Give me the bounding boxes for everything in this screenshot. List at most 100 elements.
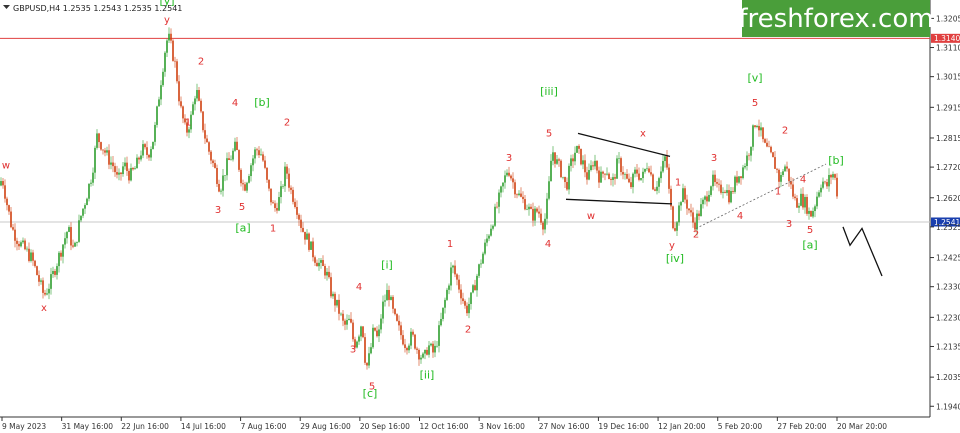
candle-body: [750, 146, 752, 156]
candle-body: [806, 196, 808, 214]
candle-body: [386, 289, 388, 301]
candle-body: [664, 156, 666, 162]
candle-body: [478, 264, 480, 276]
candle-body: [570, 158, 572, 166]
candle-body: [726, 190, 728, 193]
candle-body: [690, 210, 692, 213]
candle-body: [618, 158, 620, 159]
wave-label-minor: y: [164, 15, 170, 26]
candle-body: [830, 174, 832, 178]
candle-body: [88, 183, 90, 199]
candle-body: [244, 184, 246, 191]
candle-body: [124, 162, 126, 167]
candle-body: [596, 160, 598, 171]
candle-body: [96, 133, 98, 148]
candle-body: [240, 169, 242, 184]
candle-body: [48, 288, 50, 294]
wave-label-major: [a]: [235, 221, 250, 234]
candle-body: [650, 172, 652, 175]
candle-body: [230, 159, 232, 161]
candle-body: [394, 308, 396, 315]
candle-body: [364, 337, 366, 363]
candle-body: [50, 274, 52, 289]
candle-body: [638, 173, 640, 180]
candle-body: [378, 329, 380, 337]
y-tick-label: 1.2720: [936, 163, 960, 172]
wave-label-minor: 3: [506, 153, 512, 164]
candle-body: [556, 159, 558, 164]
candle-body: [254, 149, 256, 159]
candle-body: [282, 186, 284, 187]
candle-body: [676, 222, 678, 231]
candle-body: [392, 296, 394, 309]
candle-body: [138, 157, 140, 160]
candle-body: [668, 167, 670, 189]
candle-body: [214, 163, 216, 168]
candle-body: [170, 33, 172, 41]
candle-body: [368, 353, 370, 366]
symbol-info: GBPUSD,H4 1.2535 1.2543 1.2535 1.2541: [13, 4, 182, 13]
y-tick-label: 1.2330: [936, 283, 960, 292]
wave-label-minor: 4: [356, 282, 362, 293]
candle-body: [634, 169, 636, 174]
candle-body: [484, 242, 486, 254]
wave-label-minor: 1: [270, 223, 276, 234]
candle-body: [290, 187, 292, 190]
candle-body: [176, 61, 178, 82]
wave-label-minor: 5: [807, 225, 813, 236]
candle-body: [70, 227, 72, 246]
candle-body: [508, 172, 510, 176]
x-tick-label: 12 Jan 20:00: [658, 422, 706, 431]
candle-body: [532, 208, 534, 221]
candle-body: [488, 235, 490, 239]
candle-body: [16, 240, 18, 244]
candle-body: [794, 196, 796, 199]
y-tick-label: 1.3015: [936, 73, 960, 82]
candle-body: [116, 172, 118, 175]
candle-body: [632, 173, 634, 188]
candle-body: [308, 233, 310, 250]
candle-body: [552, 152, 554, 161]
candle-body: [106, 150, 108, 153]
candle-body: [242, 183, 244, 185]
candle-body: [102, 149, 104, 151]
candle-body: [332, 293, 334, 297]
candle-body: [208, 142, 210, 152]
candle-body: [808, 210, 810, 214]
candle-body: [704, 196, 706, 200]
y-tick-label: 1.3205: [936, 14, 960, 23]
wave-label-minor: 3: [711, 153, 717, 164]
candle-body: [2, 181, 4, 186]
candle-body: [414, 334, 416, 349]
candle-body: [824, 181, 826, 183]
x-tick-label: 3 Nov 16:00: [479, 422, 525, 431]
candle-body: [472, 285, 474, 293]
symbol-header[interactable]: GBPUSD,H4 1.2535 1.2543 1.2535 1.2541: [3, 4, 182, 13]
candle-body: [678, 205, 680, 223]
candle-body: [382, 301, 384, 319]
candle-body: [626, 174, 628, 179]
candle-body: [792, 184, 794, 197]
candle-body: [312, 241, 314, 258]
candle-body: [168, 33, 170, 41]
candle-body: [188, 129, 190, 133]
candle-body: [506, 172, 508, 176]
candle-body: [510, 175, 512, 179]
candle-body: [390, 296, 392, 300]
wave-label-minor: 4: [545, 239, 551, 250]
candle-body: [480, 263, 482, 265]
candle-body: [636, 169, 638, 174]
candle-body: [458, 279, 460, 290]
candle-body: [560, 160, 562, 178]
candle-body: [144, 144, 146, 148]
candle-body: [652, 174, 654, 190]
candle-body: [178, 81, 180, 102]
candle-body: [40, 280, 42, 282]
candle-body: [272, 202, 274, 204]
candle-body: [320, 260, 322, 263]
candle-body: [12, 227, 14, 230]
candle-body: [770, 146, 772, 153]
candle-body: [114, 166, 116, 173]
candle-body: [232, 150, 234, 160]
candle-body: [380, 318, 382, 330]
